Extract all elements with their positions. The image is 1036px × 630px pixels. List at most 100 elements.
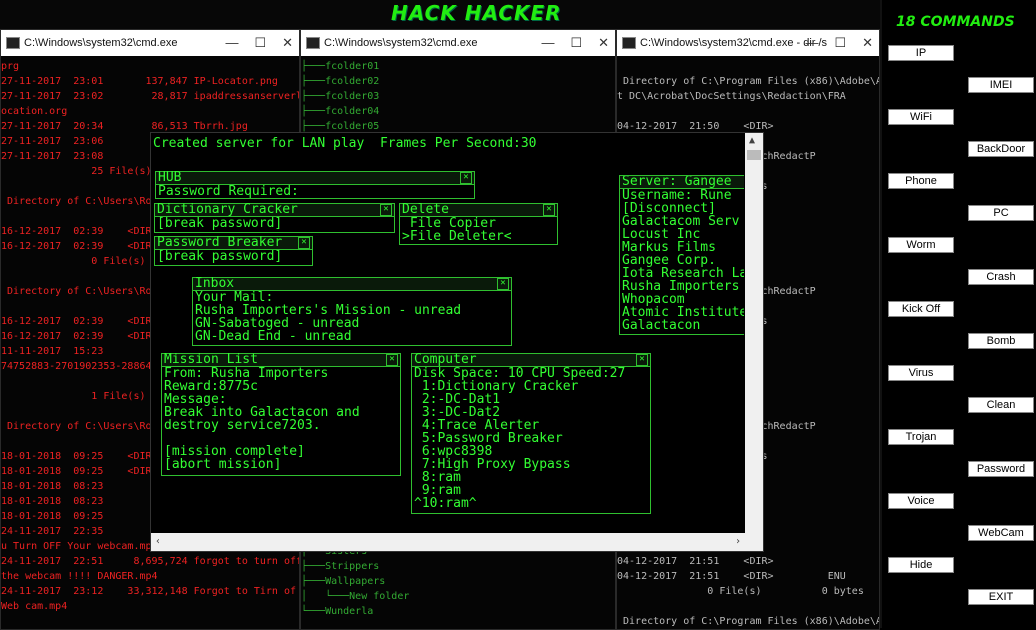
console-line: u Turn OFF Your webcam.mp4 (1, 541, 158, 552)
cmd-window-2-titlebar[interactable]: C:\Windows\system32\cmd.exe — ☐ ✕ (301, 30, 615, 56)
text-line: ^10:ram^ (414, 496, 477, 511)
exit-button[interactable]: EXIT (968, 589, 1034, 605)
vertical-scrollbar[interactable]: ▲ (745, 133, 763, 533)
console-line: Directory of C:\Program Files (x86)\Adob… (623, 76, 879, 87)
close-icon[interactable]: ✕ (543, 204, 555, 216)
scroll-left-icon[interactable]: ‹ (155, 536, 161, 547)
console-line: 16-12-2017 02:39 <DIR> (1, 331, 158, 342)
clean-button[interactable]: Clean (968, 397, 1034, 413)
password-breaker-window[interactable]: Password Breaker ✕ [break password] (154, 236, 313, 266)
backdoor-button[interactable]: BackDoor (968, 141, 1034, 157)
console-line: └───Wunderla (301, 606, 374, 617)
hub-window[interactable]: HUB ✕ Password Required: (155, 171, 475, 199)
console-line: 1 File(s) (1, 391, 146, 402)
minimize-icon[interactable]: — (225, 35, 238, 51)
text-line: GN-Dead End - unread (195, 329, 352, 344)
maximize-icon[interactable]: ☐ (570, 35, 582, 51)
console-line: 27-11-2017 23:08 (1, 151, 104, 162)
text-line: [abort mission] (164, 457, 282, 472)
server-body[interactable]: Username: Rune [Disconnect] Galactacom Ser… (620, 189, 744, 332)
console-line: 24-11-2017 23:12 33,312,148 Forgot to Ti… (1, 586, 297, 597)
cmd-window-2-output-bottom: ├───Sisters├───Strippers├───Wallpapers│ … (301, 546, 615, 629)
trojan-button[interactable]: Trojan (888, 429, 954, 445)
inbox-window[interactable]: Inbox ✕ Your Mail: Rusha Importers's Missi… (192, 277, 512, 346)
password-breaker-body[interactable]: [break password] (155, 250, 312, 263)
close-icon[interactable]: ✕ (298, 237, 310, 249)
close-icon[interactable]: ✕ (386, 354, 398, 366)
dictionary-cracker-body[interactable]: [break password] (155, 217, 394, 230)
console-icon (306, 37, 320, 49)
game-window[interactable]: Created server for LAN play Frames Per S… (150, 132, 764, 552)
cmd-window-2-title: C:\Windows\system32\cmd.exe (324, 37, 478, 49)
close-icon[interactable]: ✕ (282, 35, 293, 51)
inbox-body[interactable]: Your Mail: Rusha Importers's Mission - un… (193, 291, 511, 343)
server-status-line: Created server for LAN play Frames Per S… (153, 136, 537, 151)
server-title: Server: Gangee (622, 175, 732, 189)
close-icon[interactable]: ✕ (460, 172, 472, 184)
computer-window[interactable]: Computer ✕ Disk Space: 10 CPU Speed:27 1:… (411, 353, 651, 514)
close-icon[interactable]: ✕ (862, 35, 873, 51)
scroll-thumb[interactable] (747, 150, 761, 160)
minimize-icon[interactable]: — (541, 35, 554, 51)
virus-button[interactable]: Virus (888, 365, 954, 381)
console-line: ├───fcolder02 (301, 76, 380, 87)
console-line: ├───Wallpapers (301, 576, 386, 587)
app-title: HACK HACKER (391, 1, 562, 25)
worm-button[interactable]: Worm (888, 237, 954, 253)
bomb-button[interactable]: Bomb (968, 333, 1034, 349)
console-line: 0 File(s) 0 bytes (617, 586, 864, 597)
cmd-window-3-title: C:\Windows\system32\cmd.exe - dir /s (640, 37, 828, 49)
delete-window[interactable]: Delete ✕ File Copier >File Deleter< (399, 203, 558, 245)
voice-button[interactable]: Voice (888, 493, 954, 509)
console-line: 25 File(s) (1, 166, 152, 177)
console-line: 0 File(s) (1, 256, 146, 267)
delete-title: Delete (402, 202, 449, 217)
server-window[interactable]: Server: Gangee Username: Rune [Disconnect… (619, 175, 744, 335)
close-icon[interactable]: ✕ (380, 204, 392, 216)
cmd-window-3-titlebar[interactable]: C:\Windows\system32\cmd.exe - dir /s — ☐… (617, 30, 879, 56)
close-icon[interactable]: ✕ (598, 35, 609, 51)
text-line: [break password] (157, 249, 283, 264)
ip-button[interactable]: IP (888, 45, 954, 61)
command-panel: 18 COMMANDS IP IMEI WiFi BackDoor Phone PC Wor… (880, 0, 1036, 628)
text-line: [break password] (157, 216, 283, 231)
hide-button[interactable]: Hide (888, 557, 954, 573)
mission-list-window[interactable]: Mission List ✕ From: Rusha Importers Rewar… (161, 353, 401, 476)
dictionary-cracker-window[interactable]: Dictionary Cracker ✕ [break password] (154, 203, 395, 233)
console-line: Directory of C:\Program Files (x86)\Adob… (623, 616, 879, 627)
crash-button[interactable]: Crash (968, 269, 1034, 285)
console-icon (6, 37, 20, 49)
text-line: Password Required: (158, 184, 299, 199)
phone-button[interactable]: Phone (888, 173, 954, 189)
cmd-window-1-titlebar[interactable]: C:\Windows\system32\cmd.exe — ☐ ✕ (1, 30, 299, 56)
scroll-up-icon[interactable]: ▲ (749, 135, 755, 146)
text-line: destroy service7203. (164, 418, 321, 433)
scroll-right-icon[interactable]: › (735, 536, 741, 547)
hub-body: Password Required: (156, 185, 474, 198)
text-line: >File Deleter< (402, 229, 512, 244)
imei-button[interactable]: IMEI (968, 77, 1034, 93)
console-line: prg (1, 61, 20, 72)
kick-off-button[interactable]: Kick Off (888, 301, 954, 317)
maximize-icon[interactable]: ☐ (254, 35, 266, 51)
console-line: ├───Strippers (301, 561, 380, 572)
webcam-button[interactable]: WebCam (968, 525, 1034, 541)
console-line: 11-11-2017 15:23 (1, 346, 104, 357)
pc-button[interactable]: PC (968, 205, 1034, 221)
console-line: 16-12-2017 02:39 <DIR> (1, 241, 158, 252)
mission-list-body[interactable]: From: Rusha Importers Reward:8775c Message… (162, 367, 400, 471)
close-icon[interactable]: ✕ (636, 354, 648, 366)
horizontal-scrollbar[interactable]: ‹ › (151, 533, 763, 551)
maximize-icon[interactable]: ☐ (834, 35, 846, 51)
hub-title: HUB (158, 170, 182, 185)
mission-list-title: Mission List (164, 352, 258, 367)
computer-body[interactable]: Disk Space: 10 CPU Speed:27 1:Dictionary… (412, 367, 650, 510)
console-line: 16-12-2017 02:39 <DIR> (1, 316, 158, 327)
minimize-icon[interactable]: — (805, 35, 818, 51)
commands-title: 18 COMMANDS (896, 14, 1015, 30)
password-button[interactable]: Password (968, 461, 1034, 477)
wifi-button[interactable]: WiFi (888, 109, 954, 125)
delete-body[interactable]: File Copier >File Deleter< (400, 217, 557, 243)
close-icon[interactable]: ✕ (497, 278, 509, 290)
console-line: 18-01-2018 09:25 <DIR> (1, 466, 158, 477)
